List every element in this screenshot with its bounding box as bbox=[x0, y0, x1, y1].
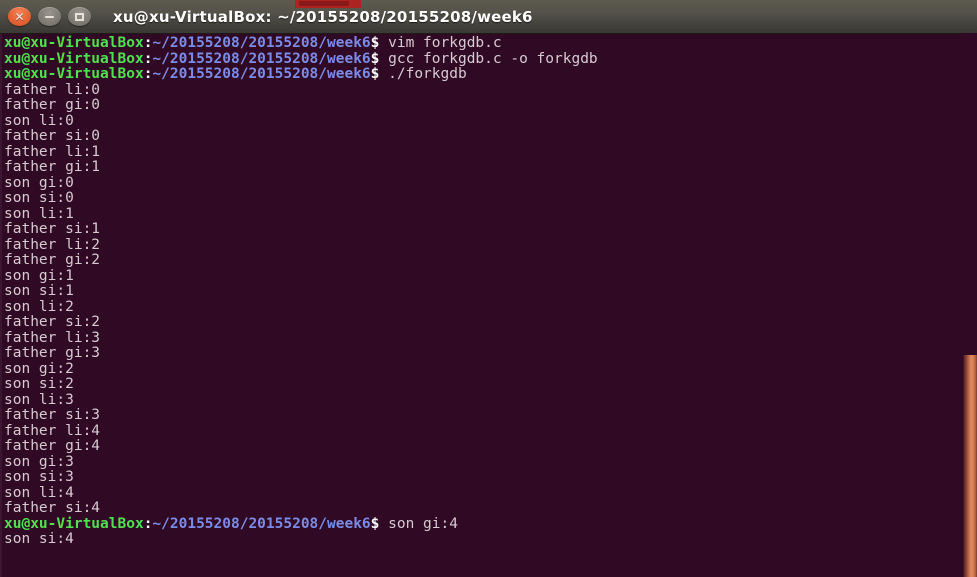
terminal-output-text: father si:1 bbox=[4, 221, 101, 237]
terminal-prompt-line: xu@xu-VirtualBox:~/20155208/20155208/wee… bbox=[1, 35, 977, 52]
terminal-prompt-line: xu@xu-VirtualBox:~/20155208/20155208/wee… bbox=[1, 515, 977, 533]
terminal-prompt-line: xu@xu-VirtualBox:~/20155208/20155208/wee… bbox=[1, 50, 977, 68]
prompt-user-host: xu@xu-VirtualBox bbox=[4, 66, 144, 82]
terminal-output-line: father si:0 bbox=[1, 128, 977, 145]
terminal-output-line: father gi:0 bbox=[1, 97, 977, 114]
terminal-output-line: father gi:4 bbox=[1, 438, 977, 455]
terminal-output-text: father si:4 bbox=[4, 500, 101, 516]
terminal-output-text: son gi:1 bbox=[4, 267, 74, 284]
terminal-output-line: son si:4 bbox=[1, 531, 977, 548]
terminal-output-line: son li:4 bbox=[1, 484, 977, 502]
terminal-output-line: father si:3 bbox=[1, 407, 977, 424]
terminal-output-line: father si:4 bbox=[1, 500, 977, 517]
terminal-output-text: son li:3 bbox=[4, 391, 74, 408]
minimize-button[interactable] bbox=[38, 7, 61, 26]
terminal-output-text: father gi:3 bbox=[4, 345, 101, 361]
terminal-output-text: son si:1 bbox=[4, 283, 74, 299]
terminal-output-text: father gi:2 bbox=[4, 252, 101, 268]
terminal-output-line: son si:3 bbox=[1, 469, 977, 486]
prompt-user-host: xu@xu-VirtualBox bbox=[4, 50, 144, 67]
terminal-output-text: father gi:0 bbox=[4, 97, 101, 113]
terminal-command: vim forkgdb.c bbox=[379, 35, 502, 51]
terminal-output-line: son li:1 bbox=[1, 205, 977, 223]
terminal-window: ✕ xu@xu-VirtualBox: ~/20155208/20155208/… bbox=[0, 0, 977, 577]
terminal-output-line: father si:1 bbox=[1, 221, 977, 238]
terminal-output-text: father si:0 bbox=[4, 128, 101, 144]
terminal-output-line: son gi:3 bbox=[1, 453, 977, 471]
terminal-command: son gi:4 bbox=[379, 515, 458, 532]
terminal-output-line: father si:2 bbox=[1, 314, 977, 331]
terminal-output-text: father si:3 bbox=[4, 407, 101, 423]
terminal-prompt-line: xu@xu-VirtualBox:~/20155208/20155208/wee… bbox=[1, 66, 977, 83]
terminal-output-text: father li:4 bbox=[4, 422, 101, 439]
maximize-icon bbox=[75, 12, 84, 21]
terminal-output-text: son si:0 bbox=[4, 190, 74, 206]
terminal-output-line: father gi:3 bbox=[1, 345, 977, 362]
terminal-output-line: son gi:2 bbox=[1, 360, 977, 378]
terminal-output-text: father si:2 bbox=[4, 314, 101, 330]
prompt-path: ~/20155208/20155208/week6 bbox=[152, 66, 371, 82]
prompt-path: ~/20155208/20155208/week6 bbox=[152, 515, 371, 532]
terminal-output-line: son si:0 bbox=[1, 190, 977, 207]
terminal-output-text: son gi:3 bbox=[4, 453, 74, 470]
terminal-output-text: son li:0 bbox=[4, 112, 74, 129]
terminal-output-line: father li:4 bbox=[1, 422, 977, 440]
terminal-output-text: son li:1 bbox=[4, 205, 74, 222]
terminal-output-text: son si:2 bbox=[4, 376, 74, 392]
terminal-output-line: father gi:2 bbox=[1, 252, 977, 269]
close-button[interactable]: ✕ bbox=[8, 7, 31, 26]
terminal-output-line: father li:0 bbox=[1, 81, 977, 99]
terminal-output-line: father li:1 bbox=[1, 143, 977, 161]
terminal-output-text: father li:1 bbox=[4, 143, 101, 160]
titlebar-red-artifact bbox=[295, 0, 361, 8]
prompt-path: ~/20155208/20155208/week6 bbox=[152, 50, 371, 67]
terminal-output-area[interactable]: xu@xu-VirtualBox:~/20155208/20155208/wee… bbox=[0, 34, 977, 577]
terminal-output-text: father li:0 bbox=[4, 81, 101, 98]
terminal-output-line: son li:0 bbox=[1, 112, 977, 130]
terminal-output-line: son gi:1 bbox=[1, 267, 977, 285]
terminal-output-text: son li:4 bbox=[4, 484, 74, 501]
prompt-user-host: xu@xu-VirtualBox bbox=[4, 35, 144, 51]
maximize-button[interactable] bbox=[68, 7, 91, 26]
terminal-output-line: son gi:0 bbox=[1, 174, 977, 192]
terminal-output-text: son si:3 bbox=[4, 469, 74, 485]
terminal-output-line: father li:3 bbox=[1, 329, 977, 347]
terminal-left-edge bbox=[0, 34, 2, 577]
prompt-path: ~/20155208/20155208/week6 bbox=[152, 35, 371, 51]
terminal-output-text: son gi:2 bbox=[4, 360, 74, 377]
terminal-output-line: son si:1 bbox=[1, 283, 977, 300]
terminal-scrollbar-track[interactable] bbox=[962, 33, 977, 577]
window-controls: ✕ bbox=[0, 7, 91, 26]
close-icon: ✕ bbox=[14, 9, 25, 24]
terminal-output-line: son si:2 bbox=[1, 376, 977, 393]
terminal-command: ./forkgdb bbox=[379, 66, 467, 82]
terminal-output-line: son li:2 bbox=[1, 298, 977, 316]
terminal-output-text: father li:3 bbox=[4, 329, 101, 346]
terminal-output-text: son li:2 bbox=[4, 298, 74, 315]
terminal-output-line: father li:2 bbox=[1, 236, 977, 254]
minimize-icon bbox=[45, 15, 54, 18]
prompt-user-host: xu@xu-VirtualBox bbox=[4, 515, 144, 532]
terminal-output-text: father gi:4 bbox=[4, 438, 101, 454]
terminal-command: gcc forkgdb.c -o forkgdb bbox=[379, 50, 598, 67]
window-titlebar: ✕ xu@xu-VirtualBox: ~/20155208/20155208/… bbox=[0, 0, 977, 34]
terminal-output-text: father li:2 bbox=[4, 236, 101, 253]
terminal-scrollbar-thumb[interactable] bbox=[963, 355, 977, 577]
terminal-output-text: son si:4 bbox=[4, 531, 74, 547]
terminal-output-line: father gi:1 bbox=[1, 159, 977, 176]
window-title: xu@xu-VirtualBox: ~/20155208/20155208/we… bbox=[113, 7, 533, 26]
terminal-output-text: father gi:1 bbox=[4, 159, 101, 175]
terminal-output-line: son li:3 bbox=[1, 391, 977, 409]
terminal-output-text: son gi:0 bbox=[4, 174, 74, 191]
